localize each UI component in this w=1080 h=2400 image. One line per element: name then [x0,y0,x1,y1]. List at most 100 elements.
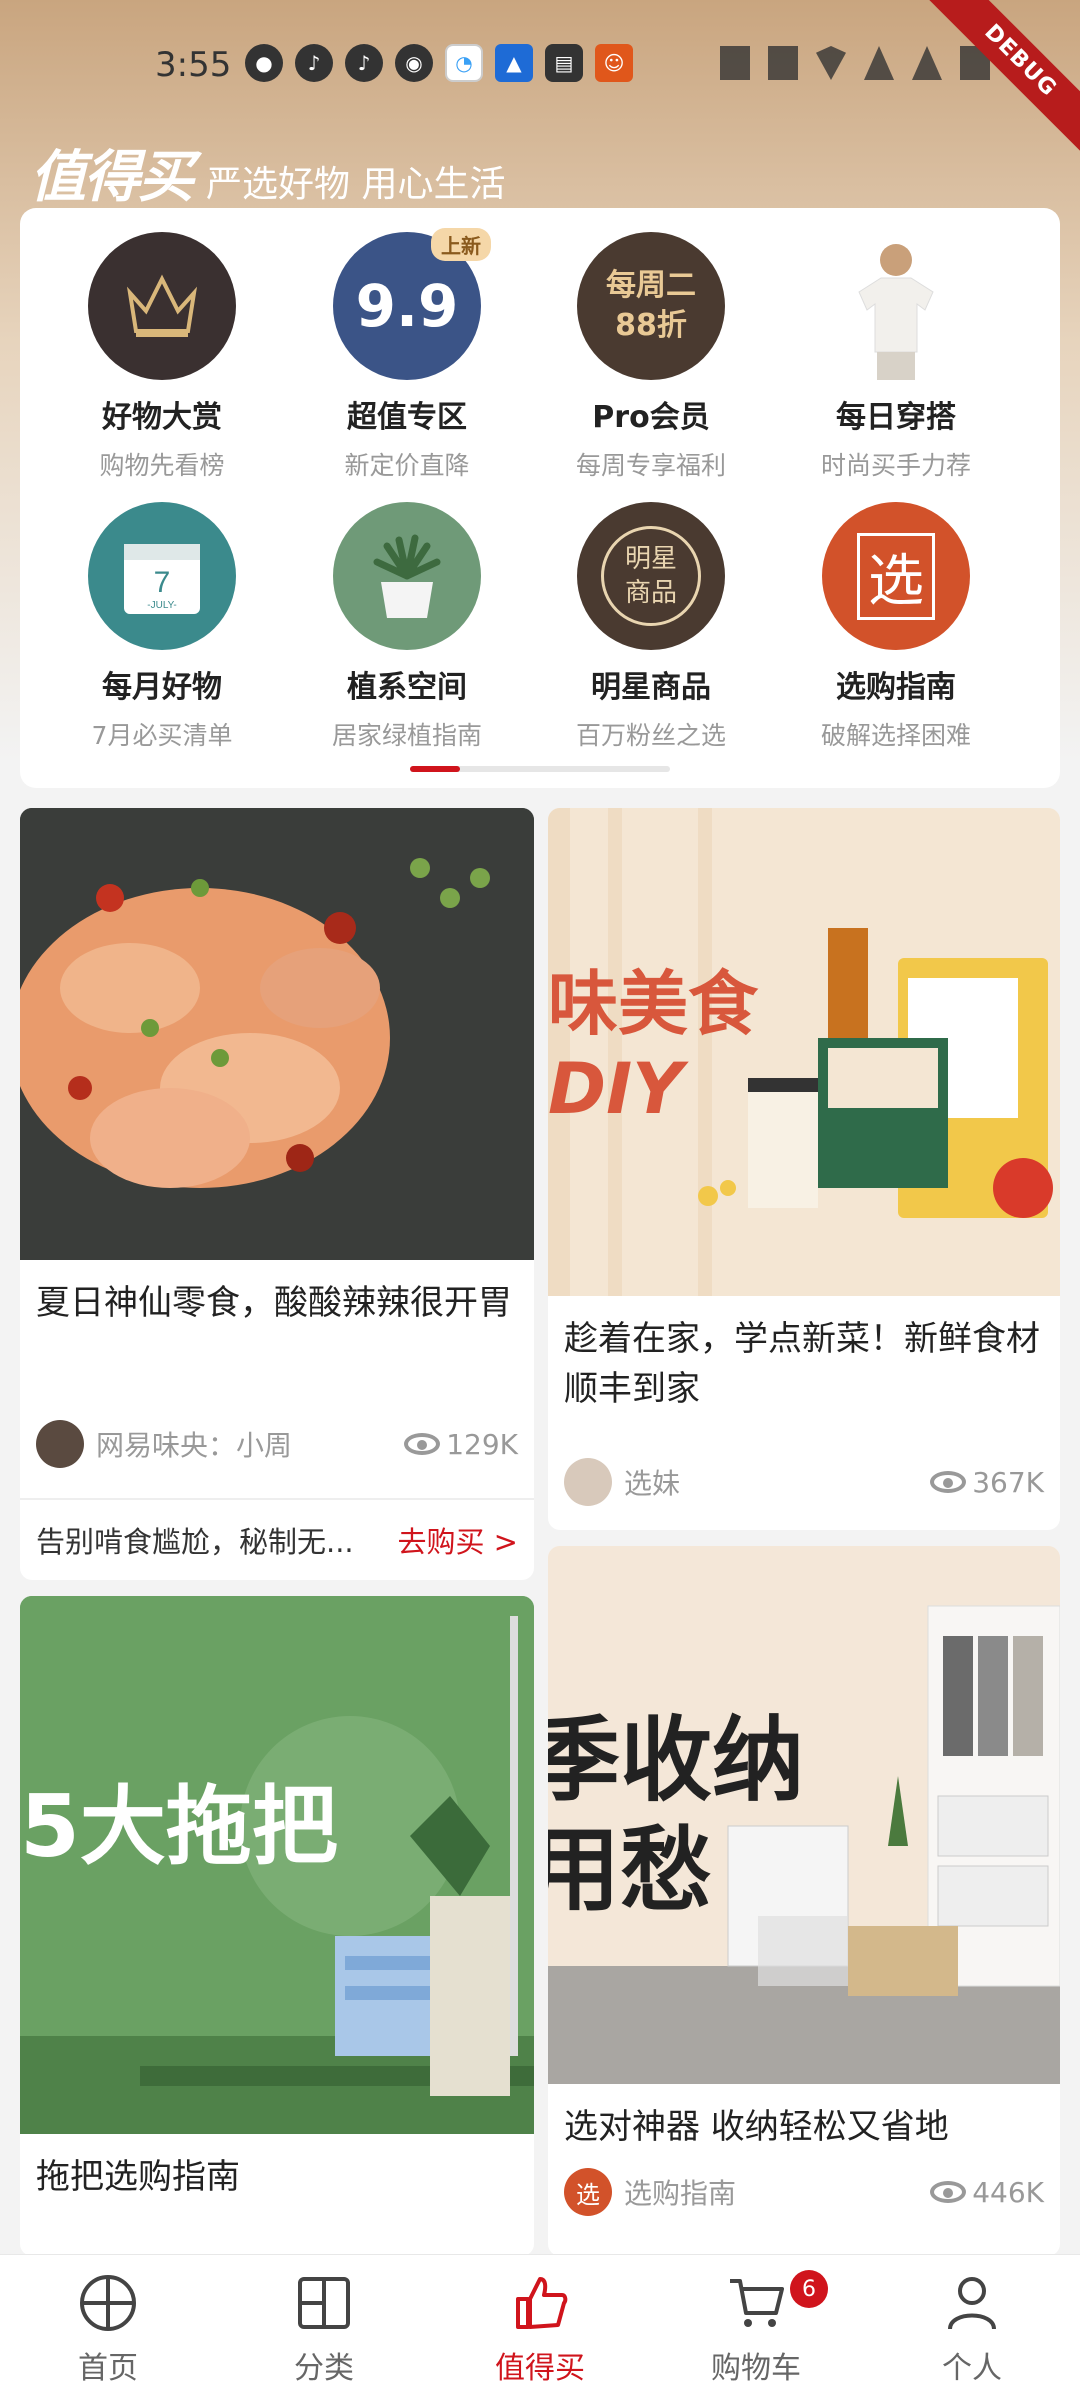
app-icon: ☺ [595,44,633,82]
category-item-partial[interactable] [1042,502,1060,650]
eye-icon [404,1433,441,1455]
svg-text:-JULY-: -JULY- [147,600,176,611]
page-indicator-fill [410,766,460,772]
cart-icon [726,2273,786,2333]
category-item-chaozhi[interactable]: 9.9 上新 超值专区 新定价直降 [307,228,507,482]
cart-count-badge: 6 [790,2270,828,2308]
feed-card[interactable]: 味美食 DIY 趁着在家，学点新菜！新鲜食材顺丰到家 选妹 367K [548,808,1060,1530]
star-product-icon: 明星 商品 [577,502,725,650]
category-item-haowu[interactable]: 好物大赏 购物先看榜 [62,232,262,482]
category-sub: 破解选择困难 [820,721,971,750]
category-name: 好物大赏 [102,400,222,435]
banner-text-secondary: DIY [548,1048,683,1130]
card-title: 夏日神仙零食，酸酸辣辣很开胃 [36,1283,512,1323]
category-name: 植系空间 [347,670,467,705]
promo-row[interactable]: 告别啃食尴尬，秘制无... 去购买 > [20,1498,534,1580]
category-sub: 7月必买清单 [91,721,233,750]
buy-link[interactable]: 去购买 > [397,1519,518,1561]
person-icon [942,2273,1002,2333]
status-bar: 3:55 ● ♪ ♪ ◉ ◔ ▲ ▤ ☺ DEBUG [0,0,1080,168]
thumbs-up-icon [510,2273,570,2333]
crown-icon [88,232,236,380]
feed-card[interactable]: 夏日神仙零食，酸酸辣辣很开胃 网易味央：小周 129K 告别啃食尴尬，秘制无..… [20,808,534,1580]
app-icon: ▤ [545,44,583,82]
category-name: 每月好物 [102,670,222,705]
feed-card[interactable]: 季收纳 用愁 选对神器 收纳轻松又省地 选 选购指南 446K [548,1546,1060,2256]
view-count: 129K [404,1428,518,1461]
price-99-icon: 9.9 上新 [333,228,491,380]
svg-text:7: 7 [154,566,171,599]
plant-icon [333,502,481,650]
category-sub: 购物先看榜 [99,451,225,480]
banner-text-secondary: 用愁 [548,1817,713,1924]
bottom-nav: 首页 分类 值得买 购物车 个人 [0,2254,1080,2400]
avatar [36,1420,84,1468]
category-name: 明星商品 [591,670,711,705]
tiktok-icon: ♪ [345,44,383,82]
category-name: 选购指南 [836,670,956,705]
category-item-plants[interactable]: 植系空间 居家绿植指南 [307,502,507,752]
category-item-pro[interactable]: 每周二 88折 Pro会员 每周专享福利 [551,232,751,482]
brand-logo: 值得买 [30,145,194,210]
nav-label: 个人 [942,2351,1002,2386]
card-meta: 选 选购指南 446K [548,2168,1060,2216]
view-count-value: 446K [972,2175,1044,2209]
tiktok-icon: ♪ [295,44,333,82]
view-count-value: 129K [446,1427,518,1461]
new-badge: 上新 [431,228,491,261]
nav-item-home[interactable]: 首页 [0,2255,216,2400]
nav-item-profile[interactable]: 个人 [864,2255,1080,2400]
category-name: 超值专区 [347,400,467,435]
eye-icon [930,1471,967,1493]
category-sub: 百万粉丝之选 [575,721,726,750]
card-title: 拖把选购指南 [36,2157,240,2197]
category-sub: 居家绿植指南 [331,721,482,750]
banner-text: 5大拖把 [20,1777,338,1877]
category-item-star[interactable]: 明星 商品 明星商品 百万粉丝之选 [551,502,751,752]
author-name: 选妹 [624,1467,681,1500]
eye-icon [930,2181,967,2203]
guide-glyph: 选 [857,532,935,620]
banner-text: 味美食 [548,963,758,1045]
category-sub: 新定价直降 [344,451,470,480]
nav-item-zhidemai[interactable]: 值得买 [432,2255,648,2400]
author-name: 选购指南 [624,2177,737,2210]
brand-slogan: 严选好物 用心生活 [206,164,506,205]
category-item-partial[interactable] [1042,232,1060,380]
guide-avatar-icon: 选 [564,2168,612,2216]
category-item-guide[interactable]: 选 选购指南 破解选择困难 [796,502,996,752]
wifi-icon [816,46,846,80]
category-item-outfit[interactable]: 每日穿搭 时尚买手力荐 [796,232,996,482]
view-count: 367K [930,1466,1044,1499]
calendar-icon: 7 -JULY- [88,502,236,650]
app-icon: ▲ [495,44,533,82]
app-icon: ◔ [445,44,483,82]
view-count-value: 367K [972,1465,1044,1499]
notification-icon: ● [245,44,283,82]
category-card: 好物大赏 购物先看榜 9.9 上新 超值专区 新定价直降 每周二 88折 Pro… [20,208,1060,788]
nav-label: 值得买 [495,2351,585,2386]
pro-member-icon: 每周二 88折 [577,232,725,380]
category-item-monthly[interactable]: 7 -JULY- 每月好物 7月必买清单 [62,502,262,752]
page-indicator [410,766,670,772]
nav-label: 首页 [78,2351,138,2386]
status-time: 3:55 [155,45,232,85]
nav-item-category[interactable]: 分类 [216,2255,432,2400]
promo-text: 告别啃食尴尬，秘制无... [36,1525,354,1559]
card-meta: 网易味央：小周 129K [20,1420,534,1468]
nav-item-cart[interactable]: 购物车 [648,2255,864,2400]
feed-card[interactable]: 5大拖把 拖把选购指南 [20,1596,534,2256]
nav-label: 购物车 [711,2351,801,2386]
nfc-icon [720,46,750,80]
card-meta: 选妹 367K [548,1458,1060,1506]
category-sub: 时尚买手力荐 [820,451,971,480]
brand-header: 值得买 严选好物 用心生活 [30,132,505,213]
storage-image: 季收纳 用愁 [548,1546,1060,2084]
system-icons [720,46,990,80]
category-name: 每日穿搭 [836,400,956,435]
guide-icon: 选 [822,502,970,650]
location-icon: ◉ [395,44,433,82]
notification-icons: ● ♪ ♪ ◉ ◔ ▲ ▤ ☺ [245,44,633,82]
card-title: 趁着在家，学点新菜！新鲜食材顺丰到家 [564,1319,1040,1409]
category-sub: 每周专享福利 [575,451,726,480]
